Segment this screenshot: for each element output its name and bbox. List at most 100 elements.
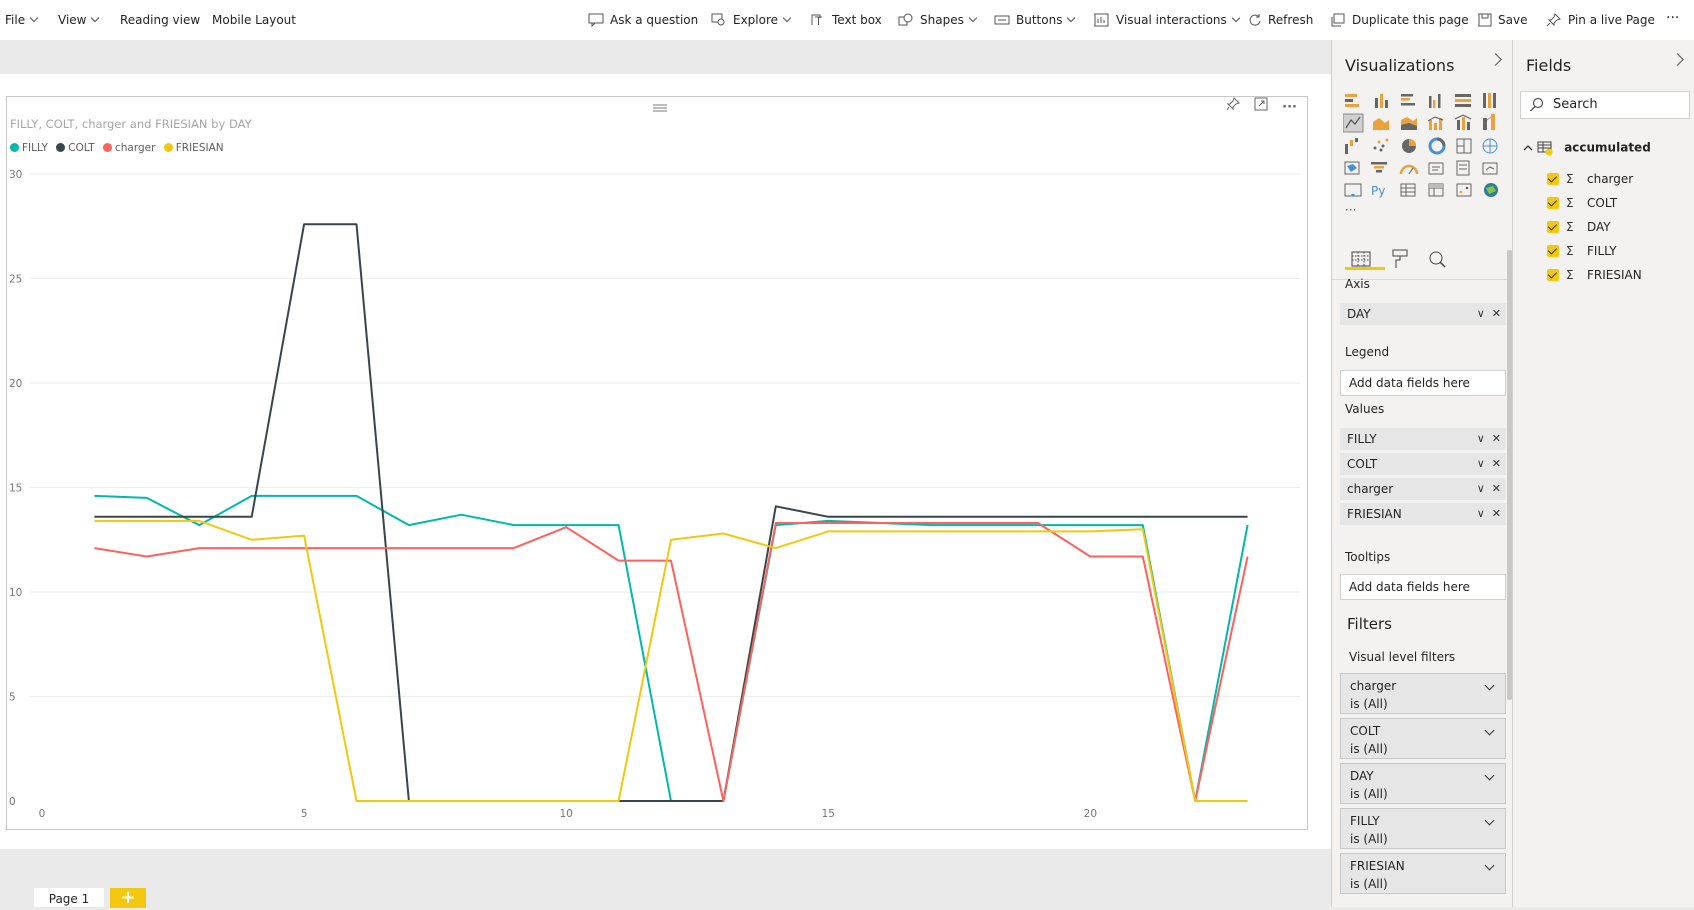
- filter-field: DAY: [1350, 769, 1374, 783]
- values-field-friesian[interactable]: FRIESIAN ∨ ✕: [1340, 503, 1506, 525]
- fields-search-input[interactable]: Search: [1520, 91, 1690, 119]
- checkbox-checked-icon[interactable]: [1547, 245, 1559, 257]
- table-accumulated[interactable]: accumulated: [1522, 140, 1651, 156]
- field-item-filly[interactable]: Σ FILLY: [1547, 243, 1617, 259]
- visual-interactions-menu[interactable]: Visual interactions: [1094, 10, 1241, 30]
- drag-grip-icon[interactable]: [652, 97, 668, 112]
- fields-pane: Fields Search accumulated Σcharger Σ COLT…: [1512, 40, 1694, 907]
- legend-item-filly[interactable]: FILLY: [10, 142, 48, 154]
- value-field-name: FILLY: [1347, 432, 1377, 446]
- matrix-icon: [1428, 183, 1444, 197]
- mobile-layout-button[interactable]: Mobile Layout: [212, 10, 296, 30]
- remove-field-icon[interactable]: ✕: [1492, 432, 1501, 445]
- checkbox-checked-icon[interactable]: [1547, 221, 1559, 233]
- reading-view-button[interactable]: Reading view: [120, 10, 200, 30]
- remove-field-icon[interactable]: ✕: [1492, 307, 1501, 320]
- refresh-button[interactable]: Refresh: [1248, 10, 1313, 30]
- checkbox-checked-icon[interactable]: [1547, 173, 1559, 185]
- filter-card-day[interactable]: DAY is (All): [1340, 763, 1506, 804]
- chevron-down-icon: [782, 13, 792, 23]
- values-field-charger[interactable]: charger ∨ ✕: [1340, 478, 1506, 500]
- save-button[interactable]: Save: [1478, 10, 1527, 30]
- legend-item-charger[interactable]: charger: [102, 142, 155, 154]
- field-item-day[interactable]: Σ DAY: [1547, 219, 1611, 235]
- python-visual-icon: Py: [1371, 184, 1385, 198]
- collapse-fields-icon[interactable]: [1671, 53, 1684, 66]
- field-item-colt[interactable]: Σ COLT: [1547, 195, 1617, 211]
- table-expand-icon: [1523, 141, 1553, 156]
- checkbox-checked-icon[interactable]: [1547, 197, 1559, 209]
- field-item-friesian[interactable]: Σ FRIESIAN: [1547, 267, 1642, 283]
- view-label: View: [58, 13, 87, 27]
- axis-field-well[interactable]: DAY ∨ ✕: [1340, 303, 1506, 325]
- filter-field: charger: [1350, 679, 1397, 693]
- tooltips-label: Tooltips: [1345, 550, 1391, 564]
- values-field-colt[interactable]: COLT ∨ ✕: [1340, 453, 1506, 475]
- chevron-down-icon[interactable]: ∨: [1477, 432, 1485, 445]
- chevron-down-icon[interactable]: ∨: [1477, 307, 1485, 320]
- ask-question-label: Ask a question: [610, 13, 699, 27]
- text-box-label: Text box: [832, 13, 882, 27]
- funnel-icon: [1371, 162, 1387, 173]
- remove-field-icon[interactable]: ✕: [1492, 507, 1501, 520]
- collapse-visualizations-icon[interactable]: [1489, 53, 1502, 66]
- more-options-button[interactable]: ···: [1666, 8, 1679, 28]
- sigma-icon: Σ: [1566, 244, 1574, 258]
- card-icon: [1428, 162, 1444, 175]
- remove-field-icon[interactable]: ✕: [1492, 457, 1501, 470]
- buttons-menu[interactable]: Buttons: [994, 10, 1076, 30]
- field-label: COLT: [1587, 196, 1618, 210]
- checkbox-checked-icon[interactable]: [1547, 269, 1559, 281]
- tab-page-1[interactable]: Page 1: [34, 888, 104, 907]
- legend-label: FILLY: [22, 142, 48, 154]
- arcgis-map-icon: [1484, 183, 1498, 197]
- visualizations-title: Visualizations: [1345, 56, 1455, 75]
- value-field-name: FRIESIAN: [1347, 507, 1402, 521]
- more-options-icon[interactable]: ···: [1282, 100, 1297, 115]
- visual-interactions-label: Visual interactions: [1116, 13, 1227, 27]
- stacked-column-chart-icon: [1375, 94, 1388, 108]
- chevron-down-icon: [1231, 13, 1241, 23]
- pin-live-page-button[interactable]: Pin a live Page: [1546, 10, 1655, 30]
- ribbon-chart-icon: [1483, 114, 1495, 130]
- explore-menu[interactable]: Explore: [711, 10, 792, 30]
- legend-item-friesian[interactable]: FRIESIAN: [163, 142, 224, 154]
- view-menu[interactable]: View: [58, 10, 100, 30]
- filter-state: is (All): [1350, 832, 1388, 846]
- chevron-down-icon[interactable]: ∨: [1477, 507, 1485, 520]
- duplicate-page-button[interactable]: Duplicate this page: [1330, 10, 1469, 30]
- values-field-filly[interactable]: FILLY ∨ ✕: [1340, 428, 1506, 450]
- shapes-menu[interactable]: Shapes: [898, 10, 978, 30]
- filter-card-friesian[interactable]: FRIESIAN is (All): [1340, 853, 1506, 894]
- more-visuals-icon: ···: [1345, 203, 1356, 217]
- add-page-button[interactable]: +: [110, 888, 146, 908]
- multi-row-card-icon: [1456, 160, 1470, 176]
- file-menu[interactable]: File: [5, 10, 39, 30]
- filter-card-charger[interactable]: charger is (All): [1340, 673, 1506, 714]
- filter-card-colt[interactable]: COLT is (All): [1340, 718, 1506, 759]
- waterfall-chart-icon: [1345, 138, 1358, 154]
- legend-dot: [56, 143, 66, 152]
- slicer-icon: [1344, 183, 1362, 197]
- chevron-down-icon[interactable]: ∨: [1477, 457, 1485, 470]
- fields-tab-icon: [1351, 251, 1371, 267]
- filter-card-filly[interactable]: FILLY is (All): [1340, 808, 1506, 849]
- legend-item-colt[interactable]: COLT: [56, 142, 95, 154]
- field-item-charger[interactable]: Σcharger: [1547, 171, 1633, 187]
- chevron-down-icon[interactable]: ∨: [1477, 482, 1485, 495]
- remove-field-icon[interactable]: ✕: [1492, 482, 1501, 495]
- pin-visual-icon[interactable]: [1226, 97, 1240, 115]
- legend-dot: [102, 143, 112, 152]
- ask-question-button[interactable]: Ask a question: [588, 10, 698, 30]
- text-box-button[interactable]: Text box: [810, 10, 882, 30]
- table-icon: [1400, 183, 1416, 197]
- clustered-bar-chart-icon: [1401, 94, 1415, 106]
- visual-type-icons[interactable]: Py ···: [1342, 90, 1511, 225]
- tooltips-field-well[interactable]: Add data fields here: [1340, 574, 1506, 600]
- legend-field-well[interactable]: Add data fields here: [1340, 370, 1506, 396]
- field-label: FILLY: [1587, 244, 1617, 258]
- focus-mode-icon[interactable]: [1254, 97, 1268, 115]
- refresh-label: Refresh: [1268, 13, 1314, 27]
- field-label: DAY: [1587, 220, 1611, 234]
- line-chart-visual[interactable]: ··· FILLY, COLT, charger and FRIESIAN by…: [6, 96, 1308, 830]
